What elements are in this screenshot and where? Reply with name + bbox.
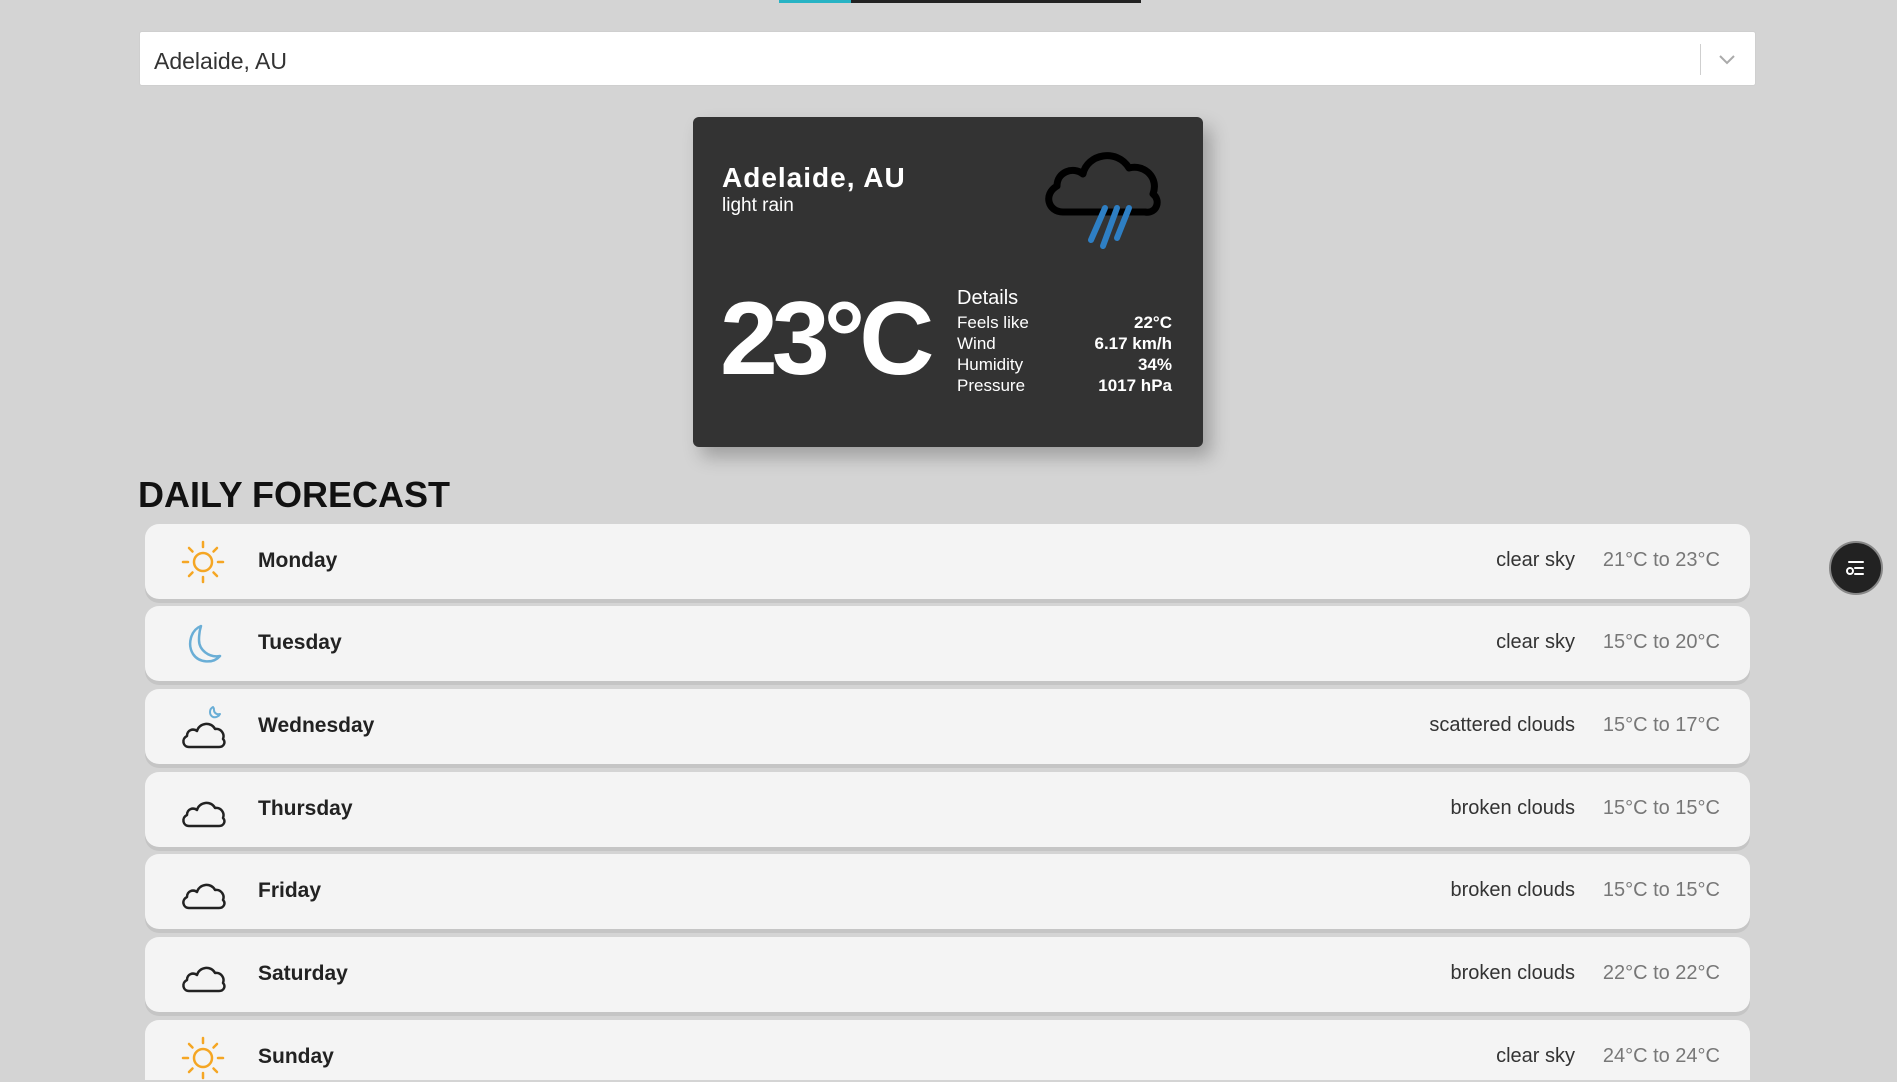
day-temp-range: 15°C to 20°C — [1602, 631, 1720, 653]
day-description: clear sky — [1496, 631, 1575, 653]
current-city: Adelaide, AU — [722, 162, 906, 193]
current-weather-card: Adelaide, AU light rain 23°C Details Fee… — [693, 117, 1203, 447]
detail-row: Feels like 22°C — [957, 312, 1172, 333]
chevron-down-icon[interactable] — [1716, 48, 1738, 70]
forecast-day-sunday[interactable]: Sunday clear sky 24°C to 24°C — [145, 1020, 1750, 1080]
forecast-title: DAILY FORECAST — [138, 474, 451, 515]
detail-row: Humidity 34% — [957, 354, 1172, 375]
day-description: broken clouds — [1450, 879, 1575, 901]
current-temperature: 23°C — [720, 281, 934, 397]
day-description: clear sky — [1496, 1045, 1575, 1067]
rain-cloud-icon — [1045, 152, 1161, 249]
detail-row: Pressure 1017 hPa — [957, 375, 1172, 396]
current-description: light rain — [722, 195, 794, 216]
day-temp-range: 15°C to 15°C — [1602, 879, 1720, 901]
day-name: Thursday — [258, 797, 353, 820]
details-panel: Details Feels like 22°C Wind 6.17 km/h H… — [957, 287, 1172, 396]
loading-progress-fill — [779, 0, 852, 3]
forecast-day-tuesday[interactable]: Tuesday clear sky 15°C to 20°C — [145, 606, 1750, 681]
day-temp-range: 24°C to 24°C — [1602, 1045, 1720, 1067]
city-select-value: Adelaide, AU — [154, 48, 287, 74]
day-description: broken clouds — [1450, 797, 1575, 819]
forecast-day-friday[interactable]: Friday broken clouds 15°C to 15°C — [145, 854, 1750, 929]
day-name: Monday — [258, 549, 338, 572]
day-description: clear sky — [1496, 549, 1575, 571]
detail-label: Wind — [957, 334, 996, 353]
detail-label: Feels like — [957, 313, 1029, 332]
sun-icon — [181, 1036, 225, 1080]
detail-value: 1017 hPa — [1098, 376, 1172, 395]
day-temp-range: 21°C to 23°C — [1602, 549, 1720, 571]
detail-label: Humidity — [957, 355, 1024, 374]
day-temp-range: 15°C to 17°C — [1602, 714, 1720, 736]
forecast-day-saturday[interactable]: Saturday broken clouds 22°C to 22°C — [145, 937, 1750, 1012]
moon-icon — [189, 624, 222, 663]
day-name: Wednesday — [258, 714, 375, 737]
day-name: Saturday — [258, 962, 348, 985]
loading-progress-bar — [779, 0, 1141, 3]
day-temp-range: 22°C to 22°C — [1602, 962, 1720, 984]
select-separator — [1700, 44, 1701, 75]
day-name: Sunday — [258, 1045, 334, 1068]
city-search-select[interactable]: Adelaide, AU — [139, 31, 1756, 86]
theme-settings-icon — [1846, 561, 1864, 575]
detail-value: 22°C — [1134, 313, 1172, 332]
detail-label: Pressure — [957, 376, 1026, 395]
detail-value: 34% — [1137, 355, 1172, 374]
sun-icon — [181, 540, 225, 584]
cloud-icon — [182, 966, 226, 993]
forecast-day-thursday[interactable]: Thursday broken clouds 15°C to 15°C — [145, 772, 1750, 847]
details-title: Details — [957, 287, 1019, 309]
cloud-moon-icon — [182, 706, 226, 749]
day-description: scattered clouds — [1429, 714, 1575, 736]
day-description: broken clouds — [1450, 962, 1575, 984]
day-name: Tuesday — [258, 631, 342, 654]
detail-row: Wind 6.17 km/h — [957, 333, 1172, 354]
forecast-day-wednesday[interactable]: Wednesday scattered clouds 15°C to 17°C — [145, 689, 1750, 764]
theme-settings-button[interactable] — [1829, 541, 1883, 595]
forecast-day-monday[interactable]: Monday clear sky 21°C to 23°C — [145, 524, 1750, 599]
day-temp-range: 15°C to 15°C — [1602, 797, 1720, 819]
cloud-icon — [182, 801, 226, 828]
day-name: Friday — [258, 879, 322, 902]
detail-value: 6.17 km/h — [1094, 334, 1173, 353]
cloud-icon — [182, 883, 226, 910]
